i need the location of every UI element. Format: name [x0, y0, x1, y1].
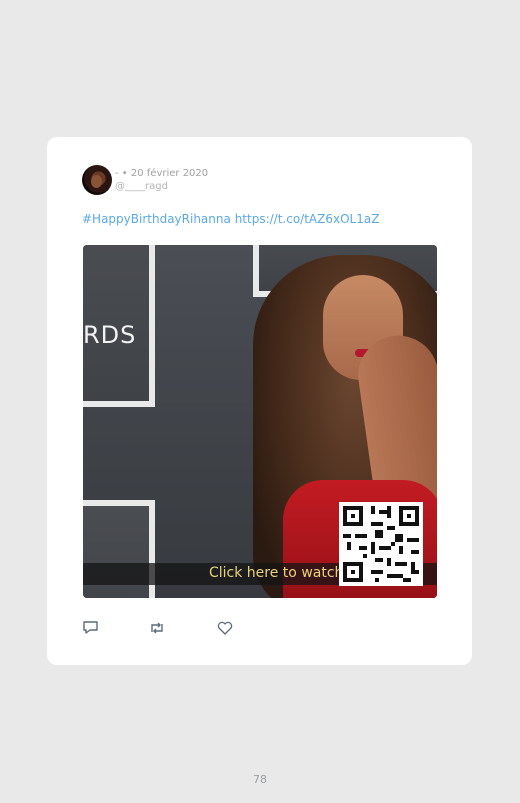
tweet-meta: - • 20 février 2020 @____ragd: [115, 167, 208, 193]
like-icon[interactable]: [216, 620, 234, 636]
page-number: 78: [253, 773, 267, 786]
backdrop-text: RDS: [83, 321, 137, 349]
avatar[interactable]: [82, 165, 112, 195]
qr-code-icon[interactable]: [339, 502, 423, 586]
tweet-text: #HappyBirthdayRihanna https://t.co/tAZ6x…: [82, 212, 379, 226]
url-link[interactable]: https://t.co/tAZ6xOL1aZ: [235, 212, 380, 226]
reply-icon[interactable]: [82, 620, 100, 636]
tweet-date: - • 20 février 2020: [115, 168, 209, 179]
retweet-icon[interactable]: [148, 620, 166, 636]
tweet-media-video[interactable]: RDS Click here to watch the live: [83, 245, 437, 598]
tweet-card: - • 20 février 2020 @____ragd #HappyBirt…: [47, 137, 472, 665]
hashtag-link[interactable]: #HappyBirthdayRihanna: [82, 212, 231, 226]
tweet-handle[interactable]: @____ragd: [115, 180, 208, 193]
